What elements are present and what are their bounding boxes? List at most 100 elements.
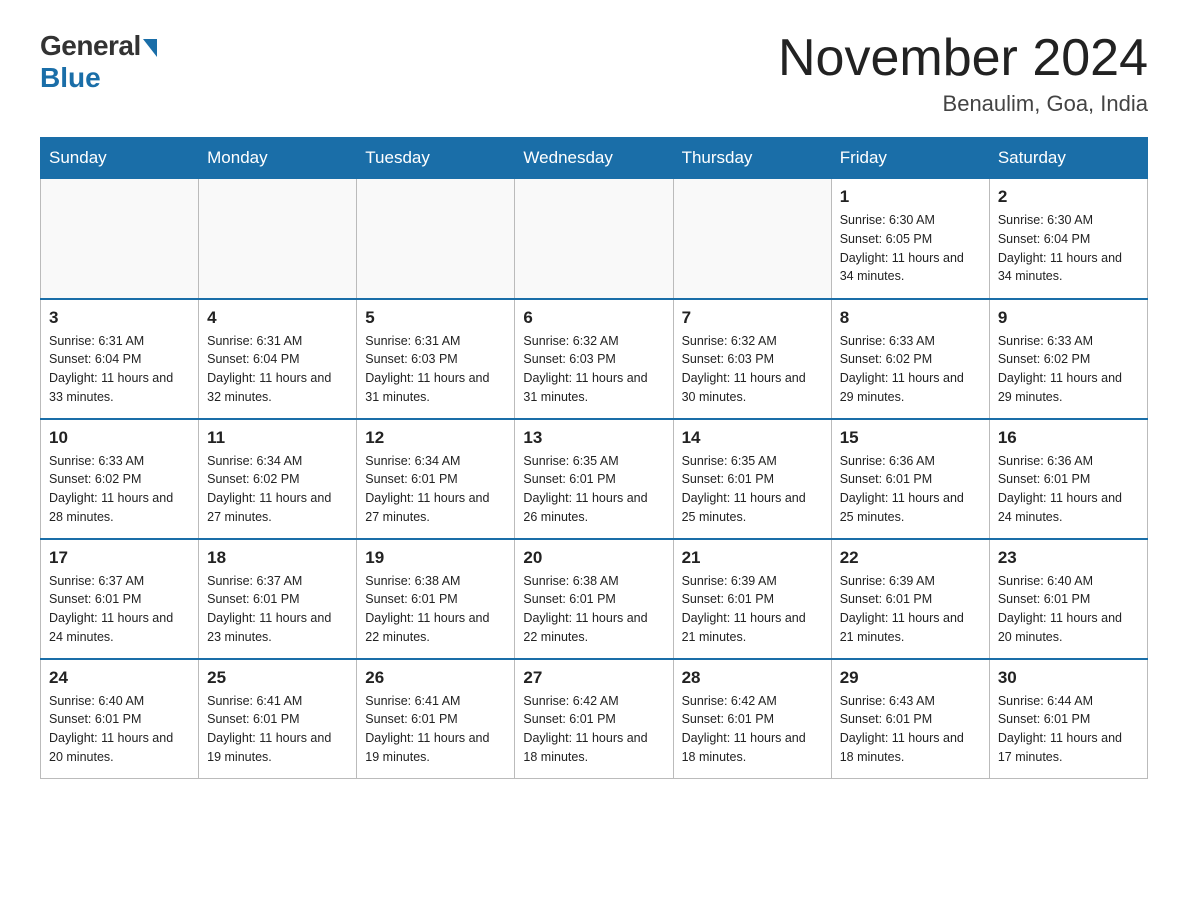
day-info: Sunrise: 6:34 AMSunset: 6:02 PMDaylight:… (207, 452, 348, 527)
calendar-cell: 19Sunrise: 6:38 AMSunset: 6:01 PMDayligh… (357, 539, 515, 659)
calendar-cell: 24 Sunrise: 6:40 AMSunset: 6:01 PMDayligh… (41, 659, 199, 779)
calendar-cell: 21Sunrise: 6:39 AMSunset: 6:01 PMDayligh… (673, 539, 831, 659)
day-info: Sunrise: 6:35 AMSunset: 6:01 PMDaylight:… (682, 452, 823, 527)
day-info: Sunrise: 6:37 AMSunset: 6:01 PMDaylight:… (49, 572, 190, 647)
calendar-cell: 5Sunrise: 6:31 AMSunset: 6:03 PMDaylight… (357, 299, 515, 419)
day-info: Sunrise: 6:41 AMSunset: 6:01 PMDaylight:… (365, 692, 506, 767)
calendar-week-row: 3 Sunrise: 6:31 AMSunset: 6:04 PMDaylight… (41, 299, 1148, 419)
calendar-week-row: 1 Sunrise: 6:30 AMSunset: 6:05 PMDaylight… (41, 179, 1148, 299)
calendar-cell: 11 Sunrise: 6:34 AMSunset: 6:02 PMDayligh… (199, 419, 357, 539)
title-area: November 2024 Benaulim, Goa, India (778, 30, 1148, 117)
calendar-cell: 15Sunrise: 6:36 AMSunset: 6:01 PMDayligh… (831, 419, 989, 539)
day-info: Sunrise: 6:33 AMSunset: 6:02 PMDaylight:… (998, 332, 1139, 407)
day-number: 6 (523, 308, 664, 328)
day-info: Sunrise: 6:31 AMSunset: 6:03 PMDaylight:… (365, 332, 506, 407)
day-info: Sunrise: 6:43 AMSunset: 6:01 PMDaylight:… (840, 692, 981, 767)
location-subtitle: Benaulim, Goa, India (778, 91, 1148, 117)
day-number: 15 (840, 428, 981, 448)
day-number: 9 (998, 308, 1139, 328)
logo-arrow-icon (143, 39, 157, 57)
day-info: Sunrise: 6:37 AMSunset: 6:01 PMDaylight:… (207, 572, 348, 647)
month-year-title: November 2024 (778, 30, 1148, 87)
calendar-cell: 16 Sunrise: 6:36 AMSunset: 6:01 PMDayligh… (989, 419, 1147, 539)
calendar-cell: 3 Sunrise: 6:31 AMSunset: 6:04 PMDaylight… (41, 299, 199, 419)
day-info: Sunrise: 6:31 AMSunset: 6:04 PMDaylight:… (207, 332, 348, 407)
calendar-week-row: 24 Sunrise: 6:40 AMSunset: 6:01 PMDayligh… (41, 659, 1148, 779)
calendar-header-friday: Friday (831, 138, 989, 179)
calendar-cell: 4 Sunrise: 6:31 AMSunset: 6:04 PMDaylight… (199, 299, 357, 419)
calendar-week-row: 17 Sunrise: 6:37 AMSunset: 6:01 PMDayligh… (41, 539, 1148, 659)
calendar-table: SundayMondayTuesdayWednesdayThursdayFrid… (40, 137, 1148, 779)
day-number: 1 (840, 187, 981, 207)
day-info: Sunrise: 6:38 AMSunset: 6:01 PMDaylight:… (365, 572, 506, 647)
day-number: 14 (682, 428, 823, 448)
day-number: 16 (998, 428, 1139, 448)
calendar-cell: 29 Sunrise: 6:43 AMSunset: 6:01 PMDayligh… (831, 659, 989, 779)
day-info: Sunrise: 6:33 AMSunset: 6:02 PMDaylight:… (49, 452, 190, 527)
day-number: 17 (49, 548, 190, 568)
day-info: Sunrise: 6:34 AMSunset: 6:01 PMDaylight:… (365, 452, 506, 527)
day-number: 7 (682, 308, 823, 328)
calendar-cell (515, 179, 673, 299)
calendar-cell: 17 Sunrise: 6:37 AMSunset: 6:01 PMDayligh… (41, 539, 199, 659)
day-number: 23 (998, 548, 1139, 568)
day-number: 20 (523, 548, 664, 568)
calendar-header-wednesday: Wednesday (515, 138, 673, 179)
day-number: 3 (49, 308, 190, 328)
calendar-cell: 1 Sunrise: 6:30 AMSunset: 6:05 PMDaylight… (831, 179, 989, 299)
day-info: Sunrise: 6:42 AMSunset: 6:01 PMDaylight:… (523, 692, 664, 767)
day-info: Sunrise: 6:32 AMSunset: 6:03 PMDaylight:… (682, 332, 823, 407)
day-number: 2 (998, 187, 1139, 207)
day-number: 4 (207, 308, 348, 328)
calendar-cell: 23 Sunrise: 6:40 AMSunset: 6:01 PMDayligh… (989, 539, 1147, 659)
day-info: Sunrise: 6:40 AMSunset: 6:01 PMDaylight:… (998, 572, 1139, 647)
day-info: Sunrise: 6:40 AMSunset: 6:01 PMDaylight:… (49, 692, 190, 767)
calendar-cell: 12 Sunrise: 6:34 AMSunset: 6:01 PMDayligh… (357, 419, 515, 539)
day-number: 18 (207, 548, 348, 568)
calendar-cell: 6 Sunrise: 6:32 AMSunset: 6:03 PMDaylight… (515, 299, 673, 419)
day-info: Sunrise: 6:44 AMSunset: 6:01 PMDaylight:… (998, 692, 1139, 767)
calendar-cell: 28 Sunrise: 6:42 AMSunset: 6:01 PMDayligh… (673, 659, 831, 779)
logo-blue-text: Blue (40, 62, 101, 94)
calendar-cell: 25Sunrise: 6:41 AMSunset: 6:01 PMDayligh… (199, 659, 357, 779)
calendar-header-saturday: Saturday (989, 138, 1147, 179)
day-info: Sunrise: 6:35 AMSunset: 6:01 PMDaylight:… (523, 452, 664, 527)
calendar-header-monday: Monday (199, 138, 357, 179)
calendar-cell: 13Sunrise: 6:35 AMSunset: 6:01 PMDayligh… (515, 419, 673, 539)
logo-general-text: General (40, 30, 141, 62)
calendar-cell: 14 Sunrise: 6:35 AMSunset: 6:01 PMDayligh… (673, 419, 831, 539)
day-info: Sunrise: 6:42 AMSunset: 6:01 PMDaylight:… (682, 692, 823, 767)
day-info: Sunrise: 6:41 AMSunset: 6:01 PMDaylight:… (207, 692, 348, 767)
day-number: 22 (840, 548, 981, 568)
header: General Blue November 2024 Benaulim, Goa… (40, 30, 1148, 117)
day-info: Sunrise: 6:31 AMSunset: 6:04 PMDaylight:… (49, 332, 190, 407)
calendar-header-tuesday: Tuesday (357, 138, 515, 179)
calendar-cell: 7 Sunrise: 6:32 AMSunset: 6:03 PMDaylight… (673, 299, 831, 419)
day-info: Sunrise: 6:36 AMSunset: 6:01 PMDaylight:… (998, 452, 1139, 527)
calendar-cell: 27Sunrise: 6:42 AMSunset: 6:01 PMDayligh… (515, 659, 673, 779)
day-number: 24 (49, 668, 190, 688)
calendar-cell (199, 179, 357, 299)
calendar-cell: 22 Sunrise: 6:39 AMSunset: 6:01 PMDayligh… (831, 539, 989, 659)
calendar-cell: 20 Sunrise: 6:38 AMSunset: 6:01 PMDayligh… (515, 539, 673, 659)
day-info: Sunrise: 6:30 AMSunset: 6:04 PMDaylight:… (998, 211, 1139, 286)
day-info: Sunrise: 6:30 AMSunset: 6:05 PMDaylight:… (840, 211, 981, 286)
calendar-cell: 9 Sunrise: 6:33 AMSunset: 6:02 PMDaylight… (989, 299, 1147, 419)
day-number: 12 (365, 428, 506, 448)
day-number: 29 (840, 668, 981, 688)
calendar-cell: 26 Sunrise: 6:41 AMSunset: 6:01 PMDayligh… (357, 659, 515, 779)
day-number: 8 (840, 308, 981, 328)
calendar-cell: 10Sunrise: 6:33 AMSunset: 6:02 PMDayligh… (41, 419, 199, 539)
day-info: Sunrise: 6:38 AMSunset: 6:01 PMDaylight:… (523, 572, 664, 647)
day-number: 28 (682, 668, 823, 688)
day-number: 26 (365, 668, 506, 688)
day-info: Sunrise: 6:32 AMSunset: 6:03 PMDaylight:… (523, 332, 664, 407)
day-number: 11 (207, 428, 348, 448)
calendar-header-sunday: Sunday (41, 138, 199, 179)
calendar-header-thursday: Thursday (673, 138, 831, 179)
calendar-week-row: 10Sunrise: 6:33 AMSunset: 6:02 PMDayligh… (41, 419, 1148, 539)
calendar-cell: 30Sunrise: 6:44 AMSunset: 6:01 PMDayligh… (989, 659, 1147, 779)
day-info: Sunrise: 6:39 AMSunset: 6:01 PMDaylight:… (840, 572, 981, 647)
logo: General Blue (40, 30, 157, 94)
calendar-cell (357, 179, 515, 299)
